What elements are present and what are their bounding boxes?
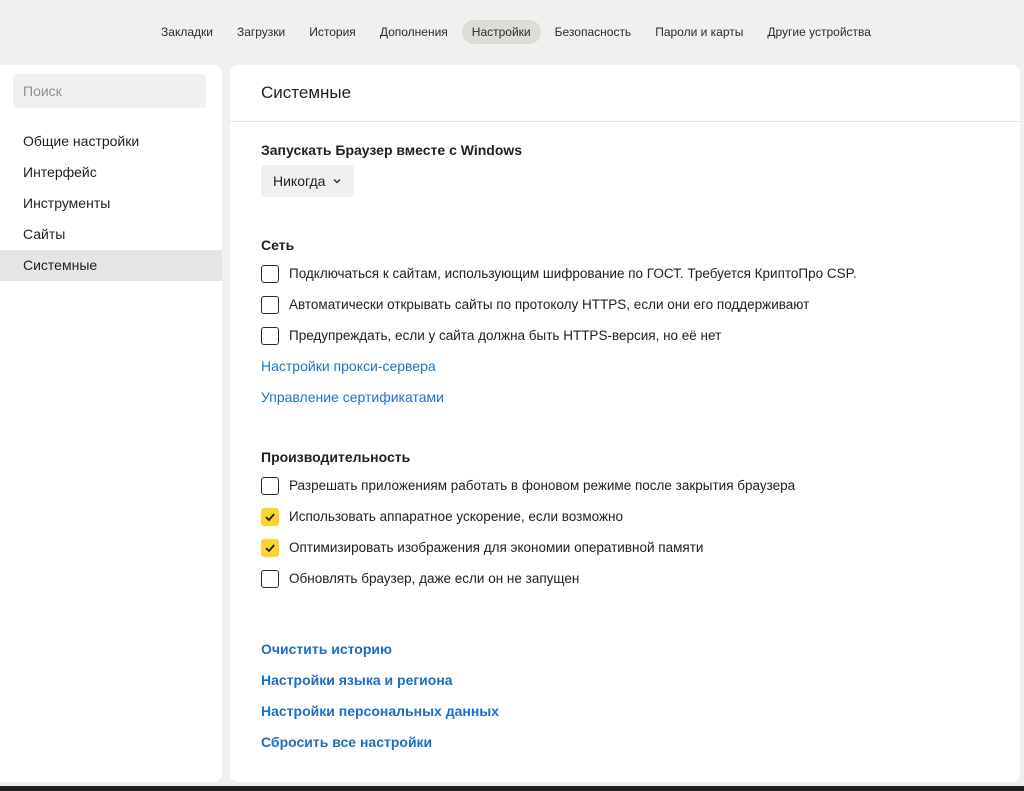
network-section: Сеть Подключаться к сайтам, использующим… xyxy=(261,237,1001,413)
option-gost[interactable]: Подключаться к сайтам, использующим шифр… xyxy=(261,258,1001,289)
clear-history-link[interactable]: Очистить историю xyxy=(261,634,1001,665)
performance-section: Производительность Разрешать приложениям… xyxy=(261,449,1001,594)
checkbox-optimize-images[interactable] xyxy=(261,538,279,557)
performance-title: Производительность xyxy=(261,449,411,465)
sidebar-list: Общие настройки Интерфейс Инструменты Са… xyxy=(0,126,222,281)
search-input[interactable] xyxy=(13,74,206,108)
sidebar-item-sites[interactable]: Сайты xyxy=(0,219,222,250)
tab-other-devices[interactable]: Другие устройства xyxy=(757,20,881,44)
tab-passwords-cards[interactable]: Пароли и карты xyxy=(645,20,753,44)
option-gost-label: Подключаться к сайтам, использующим шифр… xyxy=(289,266,857,281)
tab-downloads[interactable]: Загрузки xyxy=(227,20,295,44)
checkmark-icon xyxy=(265,543,275,552)
main-panel: Системные Запускать Браузер вместе с Win… xyxy=(230,65,1020,782)
personal-data-link[interactable]: Настройки персональных данных xyxy=(261,696,1001,727)
network-title: Сеть xyxy=(261,237,295,253)
settings-content: Запускать Браузер вместе с Windows Никог… xyxy=(261,122,1001,758)
startup-title: Запускать Браузер вместе с Windows xyxy=(261,142,523,158)
option-update-browser[interactable]: Обновлять браузер, даже если он не запущ… xyxy=(261,563,1001,594)
sidebar: Общие настройки Интерфейс Инструменты Са… xyxy=(0,65,222,782)
tab-bookmarks[interactable]: Закладки xyxy=(151,20,223,44)
checkbox-hardware-acceleration[interactable] xyxy=(261,507,279,526)
checkbox-https-warn[interactable] xyxy=(261,326,279,345)
startup-dropdown[interactable]: Никогда xyxy=(261,165,355,197)
tab-history[interactable]: История xyxy=(299,20,366,44)
option-hardware-acceleration-label: Использовать аппаратное ускорение, если … xyxy=(289,509,623,524)
chevron-down-icon xyxy=(333,179,341,184)
tab-settings[interactable]: Настройки xyxy=(461,20,541,44)
option-https-auto-label: Автоматически открывать сайты по протоко… xyxy=(289,297,810,312)
reset-settings-link[interactable]: Сбросить все настройки xyxy=(261,727,1001,758)
checkbox-gost[interactable] xyxy=(261,264,279,283)
language-region-link[interactable]: Настройки языка и региона xyxy=(261,665,1001,696)
startup-dropdown-value: Никогда xyxy=(273,173,326,189)
sidebar-item-general[interactable]: Общие настройки xyxy=(0,126,222,157)
checkbox-https-auto[interactable] xyxy=(261,295,279,314)
sidebar-item-system[interactable]: Системные xyxy=(0,250,222,281)
option-optimize-images-label: Оптимизировать изображения для экономии … xyxy=(289,540,704,555)
checkbox-background-apps[interactable] xyxy=(261,476,279,495)
tab-extensions[interactable]: Дополнения xyxy=(370,20,458,44)
option-https-warn[interactable]: Предупреждать, если у сайта должна быть … xyxy=(261,320,1001,351)
page-title: Системные xyxy=(230,65,1020,122)
proxy-settings-link[interactable]: Настройки прокси-сервера xyxy=(261,351,1001,382)
option-background-apps[interactable]: Разрешать приложениям работать в фоновом… xyxy=(261,470,1001,501)
top-navigation: Закладки Загрузки История Дополнения Нас… xyxy=(0,0,1024,64)
bottom-links: Очистить историю Настройки языка и регио… xyxy=(261,634,1001,758)
sidebar-item-tools[interactable]: Инструменты xyxy=(0,188,222,219)
taskbar-edge xyxy=(0,786,1024,791)
option-hardware-acceleration[interactable]: Использовать аппаратное ускорение, если … xyxy=(261,501,1001,532)
checkmark-icon xyxy=(265,512,275,521)
option-https-warn-label: Предупреждать, если у сайта должна быть … xyxy=(289,328,722,343)
option-background-apps-label: Разрешать приложениям работать в фоновом… xyxy=(289,478,796,493)
tab-security[interactable]: Безопасность xyxy=(545,20,642,44)
startup-section: Запускать Браузер вместе с Windows Никог… xyxy=(261,142,1001,197)
option-optimize-images[interactable]: Оптимизировать изображения для экономии … xyxy=(261,532,1001,563)
sidebar-item-interface[interactable]: Интерфейс xyxy=(0,157,222,188)
option-update-browser-label: Обновлять браузер, даже если он не запущ… xyxy=(289,571,580,586)
option-https-auto[interactable]: Автоматически открывать сайты по протоко… xyxy=(261,289,1001,320)
certificates-link[interactable]: Управление сертификатами xyxy=(261,382,1001,413)
checkbox-update-browser[interactable] xyxy=(261,569,279,588)
